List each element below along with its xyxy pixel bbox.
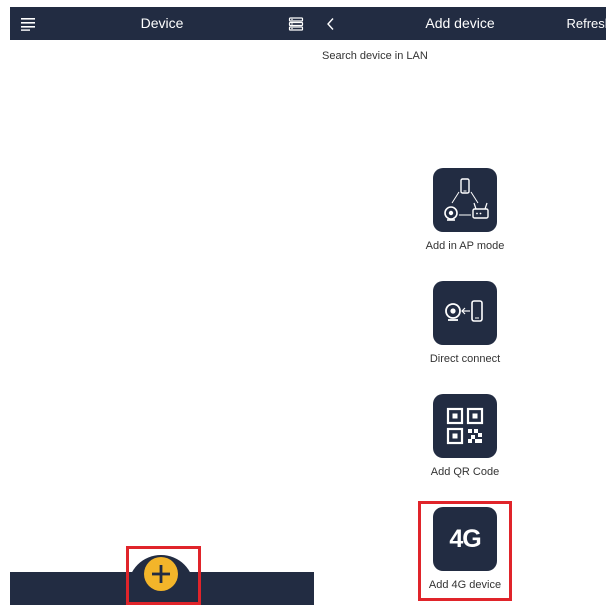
option-label: Add 4G device xyxy=(428,579,502,591)
add-qr-code-option[interactable]: Add QR Code xyxy=(410,394,520,478)
device-header: Device xyxy=(10,7,314,40)
4g-icon-text: 4G xyxy=(449,524,481,553)
device-screen: Device xyxy=(10,0,314,605)
ap-mode-icon xyxy=(433,168,497,232)
chevron-left-icon[interactable] xyxy=(318,7,344,40)
add-device-screen: Add device Refresh Search device in LAN xyxy=(314,0,606,605)
hamburger-menu-icon[interactable] xyxy=(14,7,42,40)
search-device-label: Search device in LAN xyxy=(322,50,428,62)
page-title: Device xyxy=(140,15,184,31)
add-ap-mode-option[interactable]: Add in AP mode xyxy=(410,168,520,252)
refresh-button[interactable]: Refresh xyxy=(566,7,606,40)
direct-connect-icon xyxy=(433,281,497,345)
direct-connect-option[interactable]: Direct connect xyxy=(410,281,520,365)
device-list-icon[interactable] xyxy=(282,7,310,40)
4g-icon: 4G xyxy=(433,507,497,571)
option-label: Add in AP mode xyxy=(425,240,505,252)
add-device-button[interactable] xyxy=(144,557,178,591)
plus-icon xyxy=(152,565,170,583)
page-title: Add device xyxy=(425,15,495,31)
add-4g-device-option[interactable]: 4G Add 4G device xyxy=(410,507,520,591)
option-label: Add QR Code xyxy=(430,466,500,478)
qr-code-icon xyxy=(433,394,497,458)
option-label: Direct connect xyxy=(429,353,501,365)
add-device-header: Add device Refresh xyxy=(314,7,606,40)
add-device-fab-area xyxy=(123,545,199,605)
